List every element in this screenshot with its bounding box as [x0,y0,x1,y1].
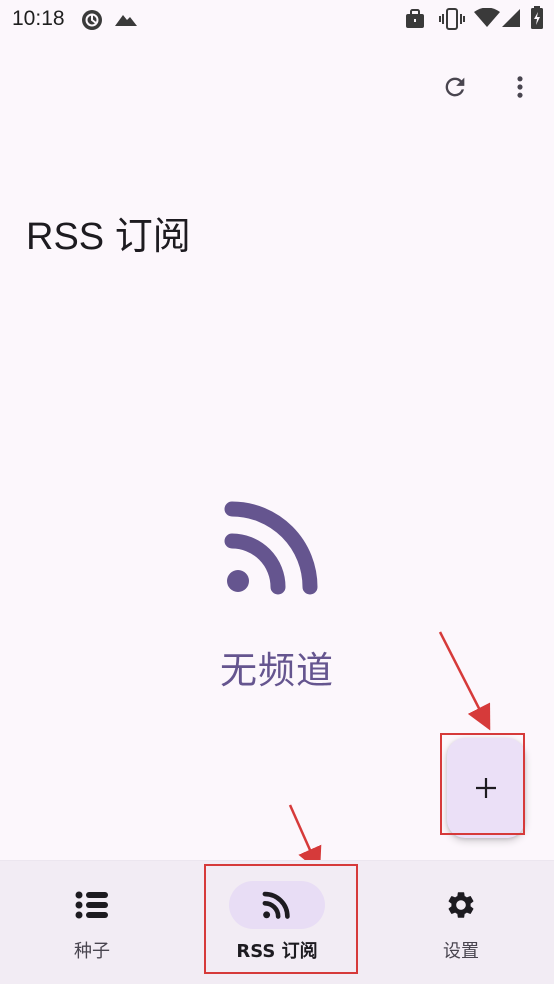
nav-indicator [413,881,509,929]
rss-feed-icon [262,891,290,919]
add-icon [476,778,496,798]
add-feed-fab[interactable] [447,738,525,838]
nav-item-torrents[interactable]: 种子 [44,861,140,984]
nav-item-rss[interactable]: RSS 订阅 [229,861,325,984]
nav-indicator-active [229,881,325,929]
nav-label-torrents: 种子 [74,941,110,962]
nav-item-settings[interactable]: 设置 [413,861,509,984]
nav-label-rss: RSS 订阅 [236,941,318,962]
list-icon [75,891,108,919]
nav-label-settings: 设置 [443,941,479,962]
screen: 10:18 RSS 订阅 无频道 种子 RSS 订阅 设置 [0,0,554,984]
gear-icon [448,892,474,918]
nav-indicator [44,881,140,929]
bottom-navigation: 种子 RSS 订阅 设置 [0,860,554,984]
